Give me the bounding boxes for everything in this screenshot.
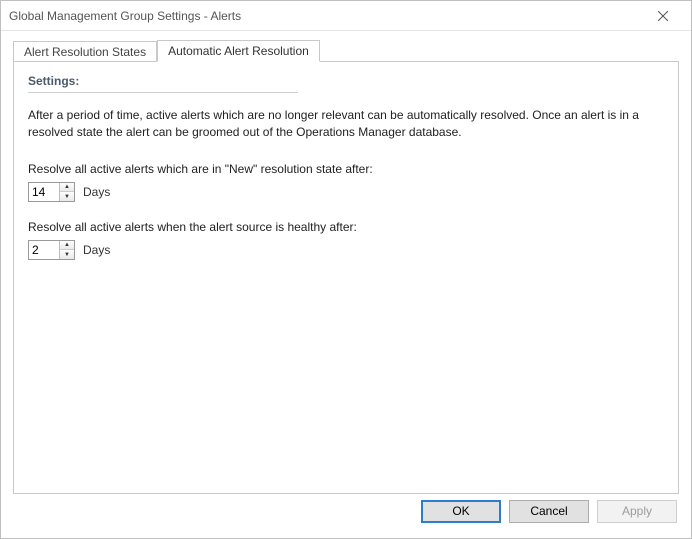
healthy-source-unit: Days xyxy=(83,243,110,257)
healthy-source-spinner: ▲ ▼ xyxy=(28,240,75,260)
new-state-up-button[interactable]: ▲ xyxy=(60,183,74,193)
close-icon xyxy=(658,11,668,21)
tab-alert-resolution-states[interactable]: Alert Resolution States xyxy=(13,41,157,62)
close-button[interactable] xyxy=(643,2,683,30)
settings-divider xyxy=(28,92,298,93)
new-state-spinner-buttons: ▲ ▼ xyxy=(59,183,74,201)
button-bar: OK Cancel Apply xyxy=(1,494,691,538)
dialog-body: Alert Resolution States Automatic Alert … xyxy=(1,31,691,494)
window-title: Global Management Group Settings - Alert… xyxy=(9,9,643,23)
new-state-label: Resolve all active alerts which are in "… xyxy=(28,162,664,176)
healthy-source-down-button[interactable]: ▼ xyxy=(60,250,74,259)
tab-automatic-alert-resolution[interactable]: Automatic Alert Resolution xyxy=(157,40,320,62)
dialog-window: Global Management Group Settings - Alert… xyxy=(0,0,692,539)
settings-description: After a period of time, active alerts wh… xyxy=(28,107,648,142)
healthy-source-spinner-buttons: ▲ ▼ xyxy=(59,241,74,259)
new-state-down-button[interactable]: ▼ xyxy=(60,192,74,201)
new-state-unit: Days xyxy=(83,185,110,199)
new-state-row: ▲ ▼ Days xyxy=(28,182,664,202)
cancel-button[interactable]: Cancel xyxy=(509,500,589,523)
tab-strip: Alert Resolution States Automatic Alert … xyxy=(13,37,679,61)
apply-button: Apply xyxy=(597,500,677,523)
new-state-spinner: ▲ ▼ xyxy=(28,182,75,202)
settings-heading: Settings: xyxy=(28,74,664,88)
healthy-source-label: Resolve all active alerts when the alert… xyxy=(28,220,664,234)
healthy-source-row: ▲ ▼ Days xyxy=(28,240,664,260)
healthy-source-input[interactable] xyxy=(29,241,59,259)
new-state-input[interactable] xyxy=(29,183,59,201)
ok-button[interactable]: OK xyxy=(421,500,501,523)
healthy-source-up-button[interactable]: ▲ xyxy=(60,241,74,251)
titlebar: Global Management Group Settings - Alert… xyxy=(1,1,691,31)
tab-panel: Settings: After a period of time, active… xyxy=(13,61,679,494)
